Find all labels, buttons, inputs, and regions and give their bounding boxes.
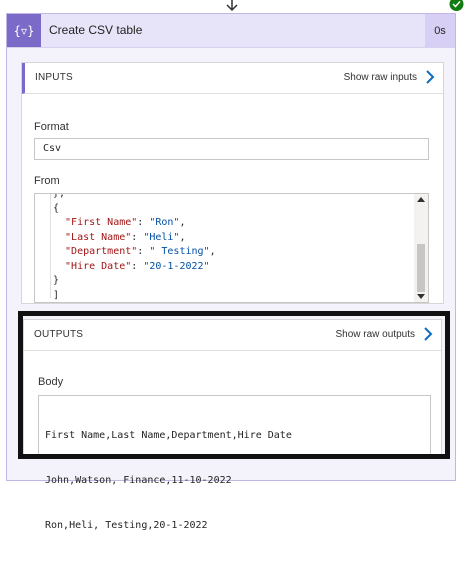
action-title: Create CSV table	[49, 23, 143, 37]
json-punctuation: :	[131, 231, 144, 243]
inputs-section-header: INPUTS Show raw inputs	[22, 63, 443, 94]
success-check-icon	[449, 0, 464, 11]
json-punctuation: :	[137, 217, 150, 228]
json-code-line: "Department": " Testing",	[53, 245, 216, 260]
vertical-scrollbar[interactable]	[414, 194, 428, 302]
json-value: "Ron"	[149, 217, 180, 228]
outputs-highlight-frame	[18, 311, 450, 459]
json-punctuation: ,	[179, 231, 186, 243]
json-code-line: }	[53, 274, 59, 289]
json-punctuation: ,	[179, 217, 186, 228]
json-code-line: "Hire Date": "20-1-2022"	[53, 260, 210, 275]
json-punctuation: :	[131, 260, 144, 272]
json-value: "20-1-2022"	[143, 260, 210, 272]
data-operation-icon: {▿}	[7, 14, 41, 47]
json-code-view: }, { "First Name": "Ron", "Last Name": "H…	[41, 193, 411, 301]
scroll-up-icon[interactable]	[417, 196, 425, 202]
duration-badge: 0s	[425, 14, 455, 47]
json-code-line: ]	[53, 289, 60, 303]
indent-guide	[50, 194, 51, 298]
json-value: "Heli"	[143, 231, 180, 243]
json-code-line: "First Name": "Ron",	[53, 216, 185, 231]
scroll-thumb[interactable]	[417, 244, 425, 292]
action-header[interactable]: {▿} Create CSV table 0s	[7, 14, 455, 48]
format-label: Format	[34, 121, 69, 133]
json-punctuation: ]	[53, 289, 60, 301]
json-punctuation: ,	[209, 246, 216, 257]
json-key: "Department"	[53, 246, 138, 257]
json-value: " Testing"	[149, 246, 210, 257]
json-punctuation: :	[137, 246, 150, 257]
from-json-field[interactable]: }, { "First Name": "Ron", "Last Name": "H…	[34, 193, 429, 303]
from-label: From	[34, 175, 60, 187]
json-code-line: },	[53, 193, 66, 202]
format-field[interactable]: Csv	[34, 138, 429, 160]
json-punctuation: {	[53, 202, 60, 214]
show-raw-inputs-link[interactable]: Show raw inputs	[344, 72, 417, 83]
json-punctuation: },	[53, 193, 66, 199]
json-key: "First Name"	[53, 217, 138, 228]
json-key: "Hire Date"	[53, 260, 132, 272]
body-line: Ron,Heli, Testing,20-1-2022	[45, 520, 208, 531]
json-code-line: {	[53, 202, 59, 217]
json-punctuation: }	[53, 275, 60, 286]
chevron-right-icon[interactable]	[425, 70, 435, 84]
json-code-line: "Last Name": "Heli",	[53, 231, 185, 246]
inputs-section-title: INPUTS	[35, 72, 73, 83]
inputs-panel: INPUTS Show raw inputs Format Csv From }…	[21, 62, 444, 304]
json-key: "Last Name"	[53, 231, 132, 243]
flow-connector-arrow-icon	[226, 0, 238, 12]
scroll-down-icon[interactable]	[417, 294, 425, 300]
